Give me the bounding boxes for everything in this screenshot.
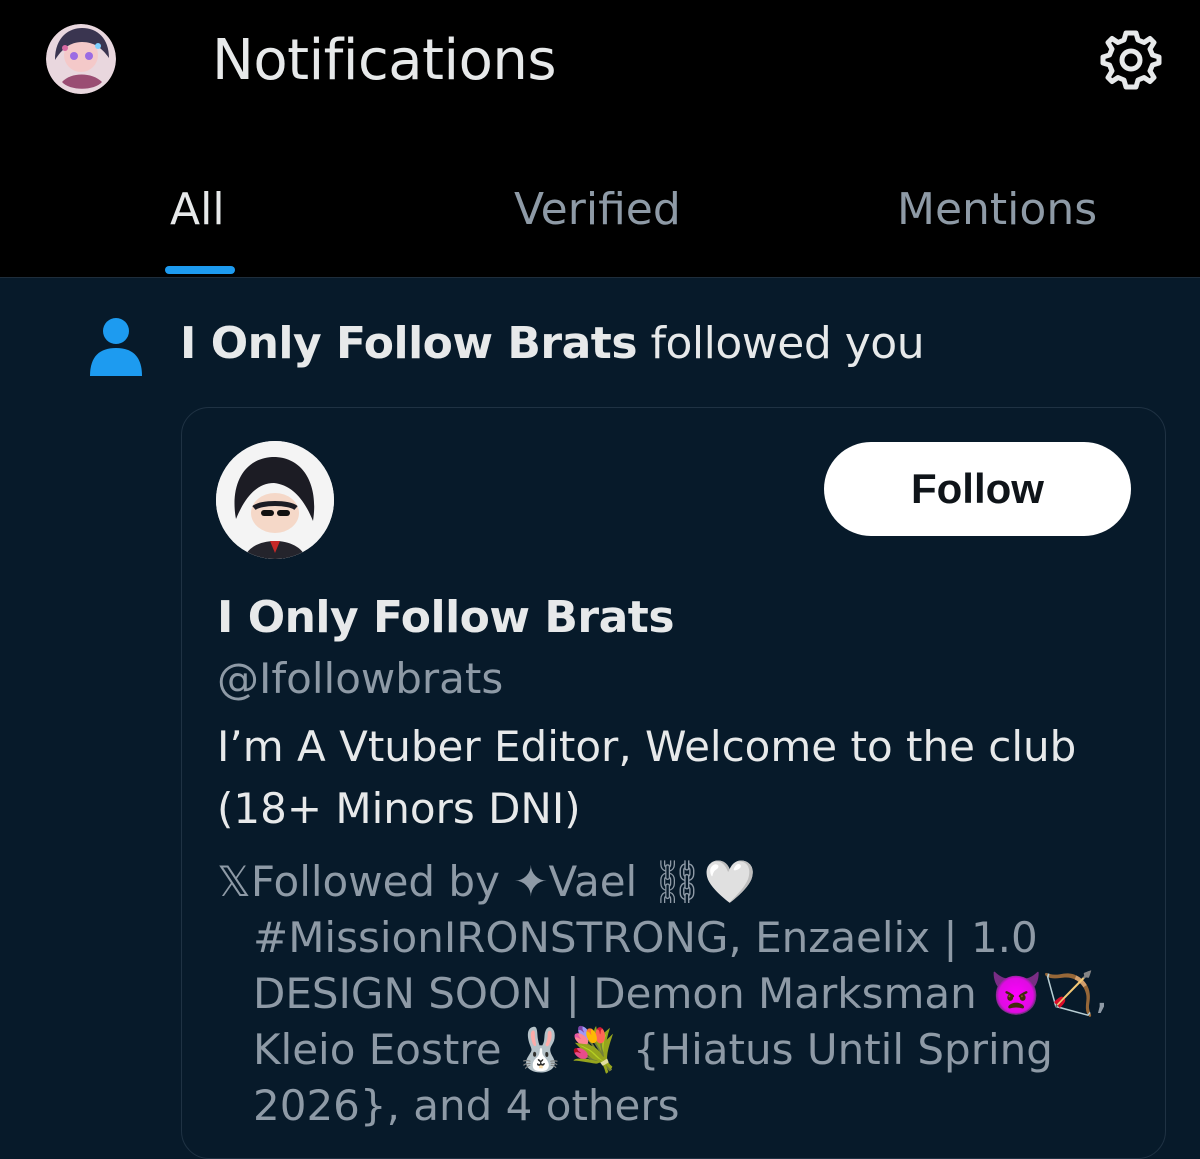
followed-by-line: 𝕏Followed by ✦Vael ⛓🤍 bbox=[217, 857, 757, 906]
notification-action: followed you bbox=[637, 318, 925, 369]
followed-by-summary: 𝕏Followed by ✦Vael ⛓🤍 #MissionIRONSTRONG… bbox=[217, 854, 1137, 1134]
notification-actor[interactable]: I Only Follow Brats bbox=[180, 318, 638, 369]
notifications-screen: Notifications All Verified Mentions I On… bbox=[0, 0, 1200, 1159]
notification-list: I Only Follow Brats followed you Follow … bbox=[0, 277, 1200, 1159]
followed-by-line: 2026}, and 4 others bbox=[253, 1081, 680, 1130]
follow-notification-text[interactable]: I Only Follow Brats followed you bbox=[180, 318, 925, 369]
follower-profile-card[interactable]: Follow I Only Follow Brats @Ifollowbrats… bbox=[181, 407, 1166, 1159]
person-icon bbox=[88, 316, 144, 378]
followed-by-line: Kleio Eostre 🐰💐 {Hiatus Until Spring bbox=[253, 1025, 1053, 1074]
tab-all[interactable]: All bbox=[170, 184, 225, 235]
follower-bio: I’m A Vtuber Editor, Welcome to the club… bbox=[217, 716, 1117, 840]
bio-line: I’m A Vtuber Editor, Welcome to the club bbox=[217, 722, 1077, 771]
active-tab-indicator bbox=[165, 266, 235, 274]
follower-display-name[interactable]: I Only Follow Brats bbox=[217, 592, 675, 643]
tab-mentions[interactable]: Mentions bbox=[897, 184, 1097, 235]
follow-button[interactable]: Follow bbox=[824, 442, 1131, 536]
follower-handle[interactable]: @Ifollowbrats bbox=[217, 654, 503, 703]
top-header: Notifications All Verified Mentions bbox=[0, 0, 1200, 277]
gear-icon[interactable] bbox=[1098, 27, 1164, 93]
bio-line: (18+ Minors DNI) bbox=[217, 784, 581, 833]
page-title: Notifications bbox=[212, 28, 557, 93]
followed-by-line: #MissionIRONSTRONG, Enzaelix | 1.0 bbox=[253, 913, 1038, 962]
profile-avatar[interactable] bbox=[46, 24, 116, 94]
followed-by-line: DESIGN SOON | Demon Marksman 👿🏹, bbox=[253, 969, 1109, 1018]
follower-avatar[interactable] bbox=[216, 441, 334, 559]
tab-verified[interactable]: Verified bbox=[514, 184, 681, 235]
